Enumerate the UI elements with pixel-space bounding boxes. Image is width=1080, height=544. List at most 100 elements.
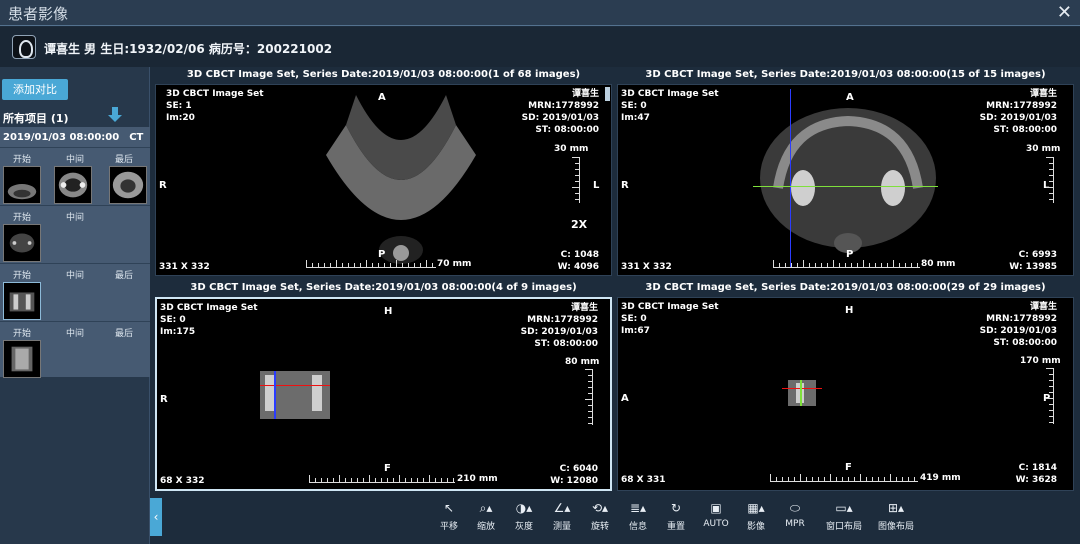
rotate-icon: ⟲▴ <box>591 501 609 515</box>
reset-button[interactable]: ↻ 重置 <box>656 501 696 532</box>
pan-icon: ↖ <box>443 501 455 515</box>
series-row[interactable]: 开始 中间 最后 <box>0 321 150 379</box>
tool-label: 图像布局 <box>877 522 914 532</box>
contrast-icon: ◑▴ <box>515 501 533 515</box>
tool-label: 灰度 <box>514 522 533 532</box>
thumbnail-image[interactable] <box>3 340 41 378</box>
orientation-top: H <box>845 305 854 316</box>
tool-label: 测量 <box>552 522 571 532</box>
crosshair-horizontal[interactable] <box>753 186 938 187</box>
tool-label: 平移 <box>439 522 458 532</box>
auto-button[interactable]: ▣ AUTO <box>696 501 736 529</box>
window-center-width: C: 6993 W: 13985 <box>1009 250 1057 272</box>
thumbnail-image-selected[interactable] <box>3 282 41 320</box>
series-row[interactable]: 开始 中间 最后 <box>0 263 150 321</box>
orientation-bottom: F <box>384 463 391 474</box>
tool-label: 信息 <box>628 522 647 532</box>
series-label: 最后 <box>114 329 133 339</box>
horizontal-scale-label: 70 mm <box>437 259 472 269</box>
thumbnail-image[interactable] <box>109 166 147 204</box>
measure-icon: ∠▴ <box>553 501 571 515</box>
window-layout-icon: ▭▴ <box>835 501 853 515</box>
tool-label: MPR <box>785 519 805 529</box>
orientation-left: A <box>621 393 629 404</box>
window-title: 患者影像 <box>8 5 69 23</box>
series-label: 开始 <box>12 329 31 339</box>
vertical-scale-label: 30 mm <box>1026 144 1061 154</box>
orientation-top: A <box>846 92 854 103</box>
viewport-scrollbar[interactable] <box>605 87 610 101</box>
add-compare-button[interactable]: 添加对比 <box>2 79 68 100</box>
contrast-button[interactable]: ◑▴ 灰度 <box>504 501 544 532</box>
tool-label: 重置 <box>666 522 685 532</box>
horizontal-scale-ruler <box>773 260 920 268</box>
image-layout-icon: ⊞▴ <box>887 501 905 515</box>
reset-icon: ↻ <box>670 501 682 515</box>
viewport-title: 3D CBCT Image Set, Series Date:2019/01/0… <box>645 69 1046 80</box>
bottom-toolbar: ↖ 平移 ⌕▴ 缩放 ◑▴ 灰度 ∠▴ 测量 ⟲▴ 旋转 ≣▴ 信息 ↻ 重置 ▣ AUTO ▦… <box>150 498 1080 544</box>
study-date: 2019/01/03 08:00:00 <box>3 132 120 143</box>
zoom-level: 2X <box>571 218 588 231</box>
orientation-top: A <box>378 92 386 103</box>
window-layout-button[interactable]: ▭▴ 窗口布局 <box>820 501 868 532</box>
viewport-axial-2[interactable]: 3D CBCT Image Set SE: 0 Im:47 谭喜生 MRN:17789… <box>617 84 1074 276</box>
zoom-button[interactable]: ⌕▴ 缩放 <box>466 501 506 532</box>
horizontal-scale-ruler <box>770 474 918 482</box>
study-modality: CT <box>129 132 144 143</box>
overlay-top-right: 谭喜生 MRN:1778992 SD: 2019/01/03 ST: 08:00:00 <box>979 89 1057 135</box>
horizontal-scale-label: 210 mm <box>457 474 498 484</box>
mpr-button[interactable]: ⬭ MPR <box>775 501 815 529</box>
close-icon[interactable]: ✕ <box>1057 2 1072 23</box>
series-row[interactable]: 开始 中间 <box>0 205 150 263</box>
image-layout-button[interactable]: ⊞▴ 图像布局 <box>872 501 920 532</box>
download-arrow-icon[interactable] <box>108 107 122 123</box>
rotate-button[interactable]: ⟲▴ 旋转 <box>580 501 620 532</box>
vertical-scale-ruler <box>572 157 580 203</box>
image-size: 68 X 331 <box>621 475 666 485</box>
window-center-width: C: 1048 W: 4096 <box>557 250 599 272</box>
vertical-scale-ruler <box>585 369 593 425</box>
horizontal-scale-label: 80 mm <box>921 259 956 269</box>
orientation-left: R <box>621 180 629 191</box>
mpr-icon: ⬭ <box>789 501 801 515</box>
series-label: 中间 <box>65 271 84 281</box>
overlay-top-left: 3D CBCT Image Set SE: 0 Im:47 <box>621 89 719 123</box>
series-sidebar: 添加对比 所有项目 (1) 2019/01/03 08:00:00 CT 开始 中… <box>0 67 150 544</box>
vertical-scale-label: 170 mm <box>1020 356 1061 366</box>
image-size: 331 X 332 <box>159 262 210 272</box>
orientation-bottom: F <box>845 462 852 473</box>
thumbnail-image[interactable] <box>3 166 41 204</box>
patient-info: 谭喜生 男 生日:1932/02/06 病历号：200221002 <box>44 42 333 56</box>
crosshair-vertical[interactable] <box>790 89 791 267</box>
hospital-logo-icon <box>12 35 36 59</box>
orientation-right: L <box>593 180 600 191</box>
series-label: 中间 <box>65 213 84 223</box>
vertical-scale-ruler <box>1046 157 1054 203</box>
series-label: 中间 <box>65 329 84 339</box>
tool-label: 影像 <box>746 522 765 532</box>
thumbnail-image[interactable] <box>3 224 41 262</box>
image-button[interactable]: ▦▴ 影像 <box>736 501 776 532</box>
series-row[interactable]: 开始 中间 最后 <box>0 147 150 205</box>
tool-label: 缩放 <box>476 522 495 532</box>
measure-button[interactable]: ∠▴ 测量 <box>542 501 582 532</box>
viewport-axial-1[interactable]: 3D CBCT Image Set SE: 1 Im:20 谭喜生 MRN:17789… <box>155 84 612 276</box>
overlay-top-right: 谭喜生 MRN:1778992 SD: 2019/01/03 ST: 08:00:00 <box>979 302 1057 348</box>
study-item[interactable]: 2019/01/03 08:00:00 CT 开始 中间 最后 开始 中间 开始… <box>0 127 150 379</box>
study-header: 2019/01/03 08:00:00 CT <box>3 132 143 143</box>
viewport-sagittal[interactable]: 3D CBCT Image Set SE: 0 Im:67 谭喜生 MRN:17789… <box>617 297 1074 491</box>
overlay-top-right: 谭喜生 MRN:1778992 SD: 2019/01/03 ST: 08:00:00 <box>520 303 598 349</box>
tool-label: AUTO <box>703 519 729 529</box>
tool-label: 窗口布局 <box>825 522 862 532</box>
orientation-left: R <box>160 394 168 405</box>
viewport-coronal[interactable]: 3D CBCT Image Set SE: 0 Im:175 谭喜生 MRN:1778… <box>155 297 612 491</box>
auto-icon: ▣ <box>710 501 722 515</box>
pan-button[interactable]: ↖ 平移 <box>429 501 469 532</box>
overlay-top-left: 3D CBCT Image Set SE: 1 Im:20 <box>166 89 264 123</box>
info-button[interactable]: ≣▴ 信息 <box>618 501 658 532</box>
series-label: 开始 <box>12 155 31 165</box>
vertical-scale-label: 30 mm <box>554 144 589 154</box>
thumbnail-image[interactable] <box>54 166 92 204</box>
window-center-width: C: 6040 W: 12080 <box>550 464 598 486</box>
all-items-label: 所有项目 (1) <box>3 112 69 125</box>
